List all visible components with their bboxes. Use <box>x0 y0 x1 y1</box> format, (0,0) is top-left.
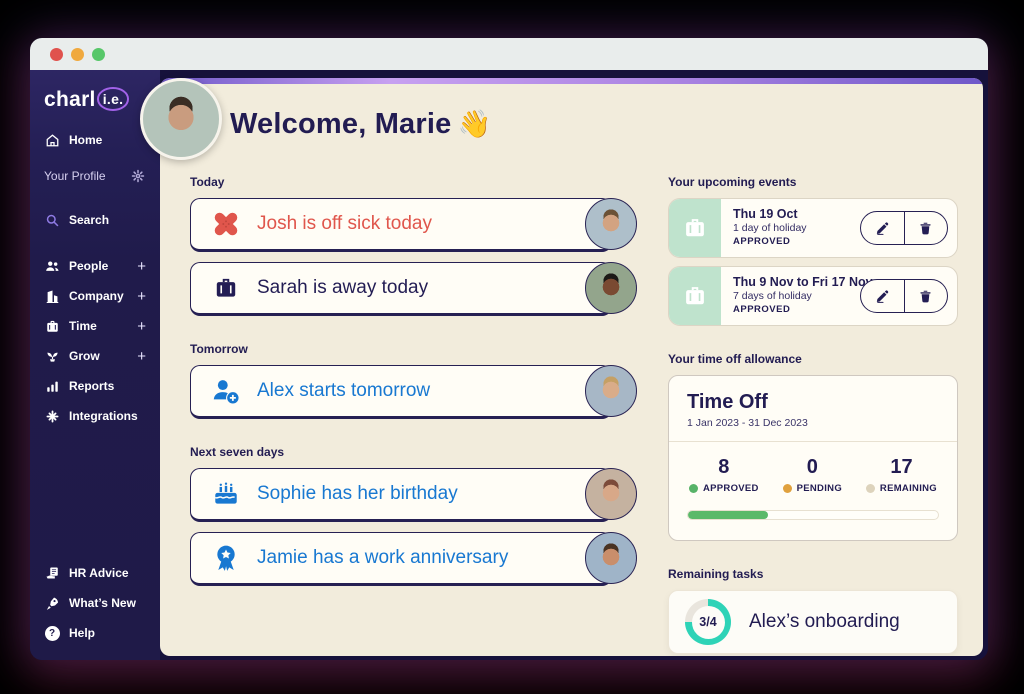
zoom-window-icon[interactable] <box>92 47 105 61</box>
window-titlebar <box>30 38 988 70</box>
expand-grow-icon[interactable]: + <box>137 348 146 365</box>
avatar-sophie[interactable] <box>585 468 637 520</box>
sidebar-item-reports[interactable]: Reports <box>30 371 160 401</box>
sidebar-item-people[interactable]: People + <box>30 251 160 281</box>
starburst-icon <box>44 408 60 424</box>
sidebar-item-whats-new[interactable]: What’s New <box>30 588 160 618</box>
sidebar-item-help[interactable]: ? Help <box>30 618 160 648</box>
accent-gradient-bar <box>160 78 983 84</box>
status-badge: APPROVED <box>733 304 791 315</box>
pending-dot-icon <box>782 484 792 493</box>
sidebar-item-time[interactable]: Time + <box>30 311 160 341</box>
main-content: Welcome, Marie 👋 Today Josh is off sick t… <box>160 78 983 656</box>
feed-card-sarah-away[interactable]: Sarah is away today <box>190 262 637 316</box>
section-label-next-seven-days: Next seven days <box>190 445 285 459</box>
bar-chart-icon <box>44 378 60 394</box>
remaining-dot-icon <box>865 484 875 493</box>
person-plus-icon <box>211 376 241 406</box>
avatar-alex[interactable] <box>585 365 637 417</box>
event-card-1: Thu 19 Oct 1 day of holiday APPROVED <box>668 198 958 258</box>
event-card-2: Thu 9 Nov to Fri 17 Nov 7 days of holida… <box>668 266 958 326</box>
trash-icon <box>920 290 931 302</box>
section-label-remaining-tasks: Remaining tasks <box>668 567 764 581</box>
time-off-card: Time Off 1 Jan 2023 - 31 Dec 2023 8 APPR… <box>668 375 958 541</box>
holiday-suitcase-icon <box>669 199 721 257</box>
feed-column: Today Josh is off sick today Sarah is aw… <box>190 175 637 654</box>
logo-ie-circle: i.e. <box>96 87 130 111</box>
task-card-alex-onboarding[interactable]: 3/4 Alex’s onboarding <box>668 590 958 654</box>
sidebar-item-company[interactable]: Company + <box>30 281 160 311</box>
home-icon <box>44 132 60 148</box>
page-title: Welcome, Marie 👋 <box>230 108 492 140</box>
feed-card-sophie-birthday[interactable]: Sophie has her birthday <box>190 468 637 522</box>
approved-dot-icon <box>689 484 698 493</box>
close-window-icon[interactable] <box>50 47 63 61</box>
delete-event-button[interactable] <box>903 212 948 244</box>
rocket-icon <box>44 595 60 611</box>
pencil-icon <box>876 289 888 303</box>
delete-event-button[interactable] <box>903 280 948 312</box>
section-label-tomorrow: Tomorrow <box>190 342 248 356</box>
status-badge: APPROVED <box>733 236 791 247</box>
trash-icon <box>920 222 931 234</box>
sidebar: charl i.e. Home Your Profile Search Peop… <box>30 70 160 660</box>
sidebar-item-hr-advice[interactable]: HR Advice <box>30 558 160 588</box>
expand-company-icon[interactable]: + <box>137 288 146 305</box>
sick-plasters-icon <box>211 209 241 239</box>
task-progress-text: 3/4 <box>699 615 717 629</box>
seedling-icon <box>44 348 60 364</box>
avatar-jamie[interactable] <box>585 532 637 584</box>
edit-event-button[interactable] <box>861 280 904 312</box>
sidebar-item-integrations[interactable]: Integrations <box>30 401 160 431</box>
holiday-suitcase-icon <box>669 267 721 325</box>
gear-icon[interactable] <box>130 168 146 184</box>
event-actions-pill <box>860 211 948 245</box>
building-icon <box>44 288 60 304</box>
expand-people-icon[interactable]: + <box>137 258 146 275</box>
sidebar-item-your-profile[interactable]: Your Profile <box>30 161 160 191</box>
app-window: charl i.e. Home Your Profile Search Peop… <box>30 38 988 660</box>
edit-event-button[interactable] <box>861 212 904 244</box>
time-off-progress-bar <box>687 510 939 520</box>
section-label-today: Today <box>190 175 225 189</box>
divider <box>669 441 957 442</box>
stat-pending: 0 PENDING <box>782 456 842 494</box>
stat-remaining: 17 REMAINING <box>865 456 937 494</box>
feed-card-alex-starts[interactable]: Alex starts tomorrow <box>190 365 637 419</box>
away-briefcase-icon <box>211 273 241 303</box>
section-label-upcoming-events: Your upcoming events <box>668 175 797 189</box>
sidebar-item-grow[interactable]: Grow + <box>30 341 160 371</box>
briefcase-icon <box>44 318 60 334</box>
minimize-window-icon[interactable] <box>71 47 84 61</box>
avatar-sarah[interactable] <box>585 262 637 314</box>
sidebar-item-search[interactable]: Search <box>30 205 160 235</box>
feed-card-jamie-anniversary[interactable]: Jamie has a work anniversary <box>190 532 637 586</box>
stat-approved: 8 APPROVED <box>689 456 759 494</box>
timeoff-progress-fill <box>688 511 768 519</box>
award-rosette-icon <box>211 543 241 573</box>
feed-card-josh-sick[interactable]: Josh is off sick today <box>190 198 637 252</box>
event-actions-pill <box>860 279 948 313</box>
search-icon <box>44 212 60 228</box>
pencil-icon <box>876 221 888 235</box>
wave-emoji: 👋 <box>457 109 492 139</box>
section-label-time-off-allowance: Your time off allowance <box>668 352 802 366</box>
people-icon <box>44 258 60 274</box>
hand-document-icon <box>44 565 60 581</box>
question-bubble-icon: ? <box>44 625 60 641</box>
task-progress-ring: 3/4 <box>685 599 731 645</box>
avatar-josh[interactable] <box>585 198 637 250</box>
right-rail: Your upcoming events Thu 19 Oct 1 day of… <box>668 175 958 654</box>
avatar-marie[interactable] <box>140 78 222 160</box>
birthday-cake-icon <box>211 479 241 509</box>
expand-time-icon[interactable]: + <box>137 318 146 335</box>
